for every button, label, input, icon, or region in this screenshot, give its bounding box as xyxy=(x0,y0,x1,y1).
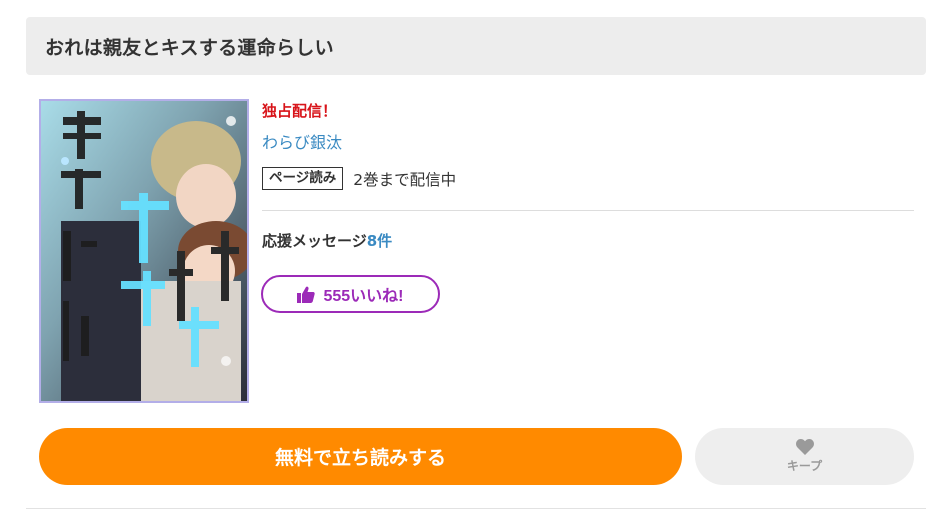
exclusive-badge: 独占配信！ xyxy=(262,102,338,120)
support-message-label: 応援メッセージ xyxy=(262,232,367,250)
section-divider xyxy=(262,210,914,211)
book-title: おれは親友とキスする運命らしい xyxy=(45,36,334,59)
keep-button[interactable]: キープ xyxy=(695,428,914,485)
keep-button-label: キープ xyxy=(786,459,823,473)
book-cover-image[interactable] xyxy=(39,99,249,403)
heart-icon xyxy=(795,439,814,455)
support-message-count: 8件 xyxy=(366,232,393,250)
cover-illustration xyxy=(41,101,247,401)
volume-availability-text: 2巻まで配信中 xyxy=(353,170,457,189)
like-button-label: 555いいね! xyxy=(323,288,404,305)
like-button[interactable]: 555いいね! xyxy=(261,275,440,313)
title-bar: おれは親友とキスする運命らしい xyxy=(26,17,926,75)
read-info-row: ページ読み 2巻まで配信中 xyxy=(262,167,456,190)
page-read-tag: ページ読み xyxy=(262,167,344,190)
free-preview-button[interactable]: 無料で立ち読みする xyxy=(39,428,682,485)
thumbs-up-icon xyxy=(297,286,316,303)
support-message-link[interactable]: 応援メッセージ 8件 xyxy=(262,230,392,251)
author-link[interactable]: わらび銀汰 xyxy=(262,129,342,153)
bottom-divider xyxy=(26,508,926,509)
